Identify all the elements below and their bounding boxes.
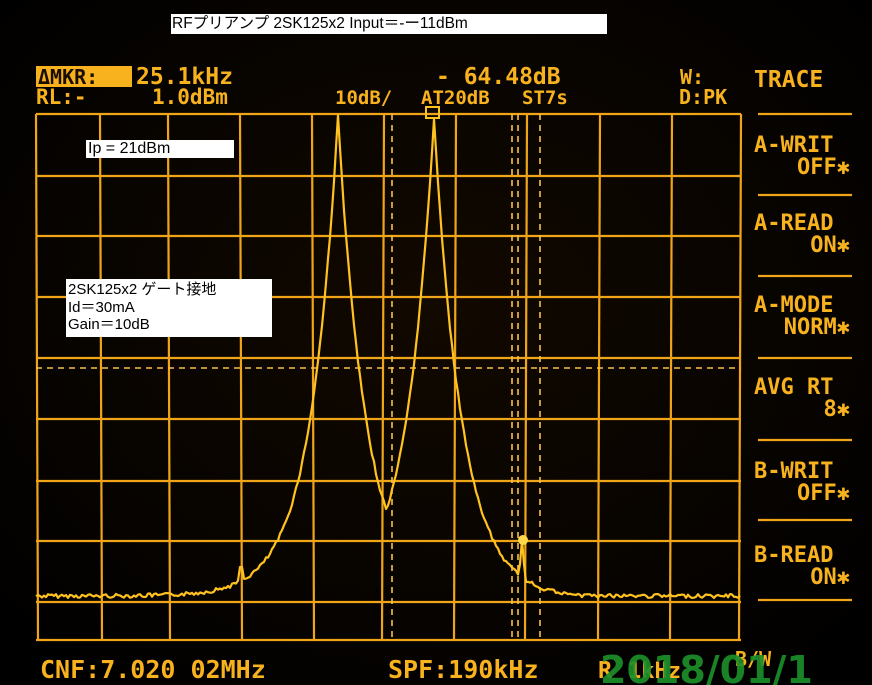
- note-line-1: 2SK125x2 ゲート接地: [68, 281, 217, 298]
- menu-item-line2[interactable]: OFF✱: [797, 481, 850, 506]
- note-line-3: Gain＝10dB: [68, 316, 150, 333]
- marker-dot: [518, 535, 528, 545]
- ip-label-overlay: Ip = 21dBm: [86, 140, 234, 158]
- menu-item-line1[interactable]: AVG RT: [754, 375, 833, 400]
- title-overlay: RFプリアンプ 2SK125x2 Input＝-ー11dBm: [171, 14, 607, 34]
- rl-label: RL:-: [36, 85, 87, 109]
- menu-item-line2[interactable]: 8✱: [824, 397, 851, 422]
- menu-item-line2[interactable]: ON✱: [810, 565, 850, 590]
- date-stamp: 2018/01/1: [600, 648, 813, 685]
- menu-title: TRACE: [754, 67, 823, 93]
- rl-value: 1.0dBm: [152, 85, 228, 109]
- menu-item-line2[interactable]: OFF✱: [797, 155, 850, 180]
- scale-label: 10dB/: [335, 87, 392, 109]
- menu-item-line2[interactable]: NORM✱: [784, 315, 850, 340]
- spectrum-analyzer-screen: ΔMKR: 25.1kHz - 64.48dB W: RL:- 1.0dBm 1…: [0, 0, 872, 685]
- device-note-overlay: 2SK125x2 ゲート接地 Id＝30mA Gain＝10dB: [66, 279, 272, 337]
- detector-label: D:PK: [679, 85, 727, 109]
- span-frequency: SPF:190kHz: [388, 655, 539, 684]
- sweep-label: ST7s: [522, 87, 568, 109]
- center-frequency: CNF:7.020 02MHz: [40, 655, 266, 684]
- note-line-2: Id＝30mA: [68, 298, 135, 316]
- menu-item-line2[interactable]: ON✱: [810, 233, 850, 258]
- atten-label: AT20dB: [421, 87, 490, 109]
